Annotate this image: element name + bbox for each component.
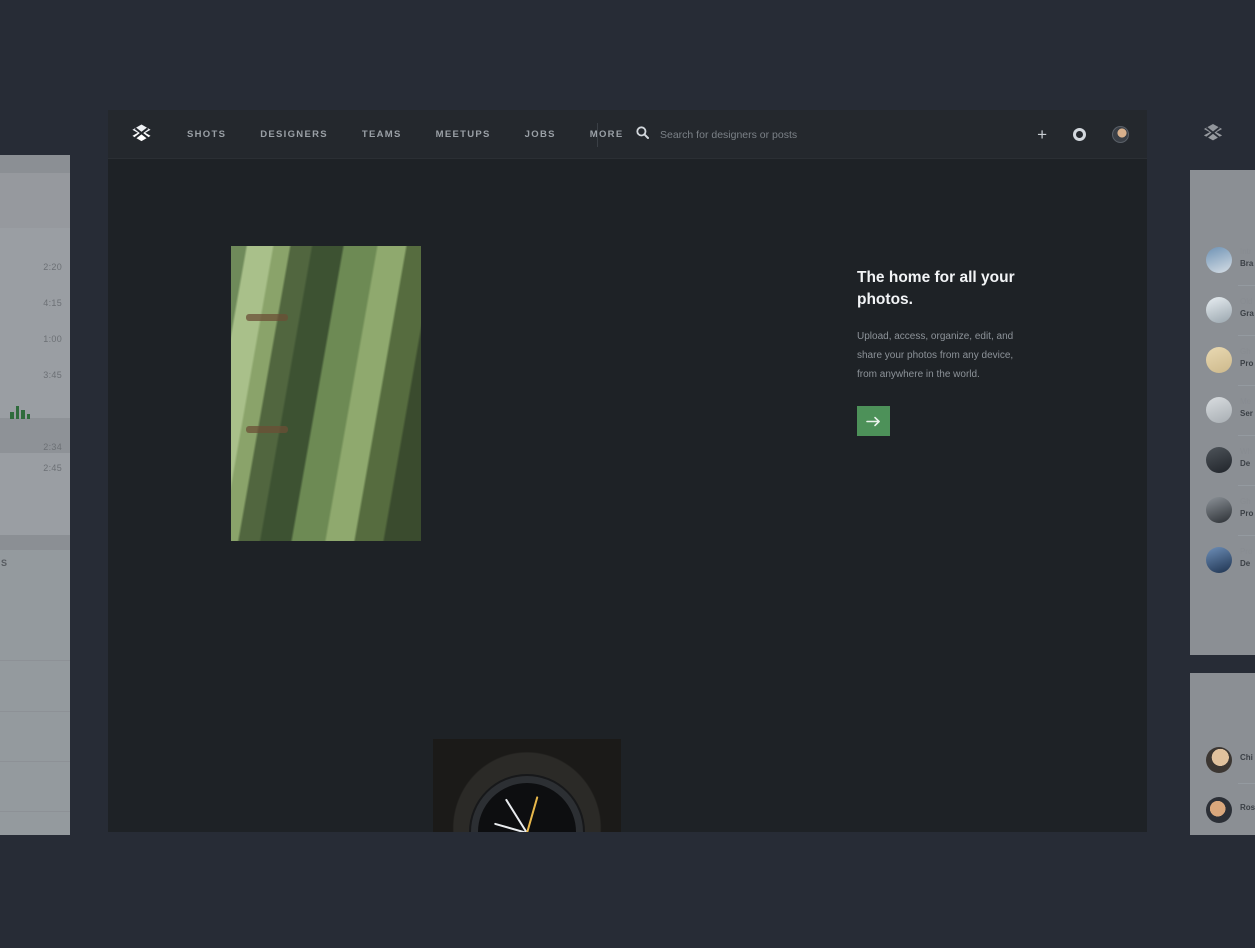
hero-body: Upload, access, organize, edit, and shar…	[857, 331, 1014, 380]
bg-row-bottom: Ser	[1240, 409, 1253, 418]
photo-grid: Nam porttitor blandit. Mauris non tempor…	[108, 159, 1147, 832]
nav-link-meetups[interactable]: MEETUPS	[436, 129, 491, 140]
bg-row-bottom: Gra	[1240, 309, 1254, 318]
bg-right-row: Pro De	[1190, 535, 1255, 585]
nav-link-designers[interactable]: DESIGNERS	[260, 129, 328, 140]
photo-bamboo[interactable]	[231, 246, 421, 541]
watch-hand	[526, 796, 539, 832]
bg-left-time: 4:15	[43, 298, 62, 308]
bg-avatar	[1206, 747, 1232, 773]
bg-thumb	[1206, 547, 1232, 573]
hero-title: The home for all your photos.	[857, 269, 1015, 308]
bg-left-section-label: CTIONS	[0, 558, 9, 568]
nav-link-more[interactable]: MORE	[590, 129, 624, 140]
bg-right-row: Chi	[1190, 735, 1255, 785]
bg-left-divider	[0, 811, 70, 812]
bg-thumb	[1206, 497, 1232, 523]
bg-row-top: Intr	[1240, 247, 1252, 256]
search-icon	[636, 125, 649, 144]
hero-cta-button[interactable]	[857, 406, 890, 436]
watch-dial	[471, 776, 583, 832]
background-right-panel: Intr Bra Old Gra Gh Pro Me Ser Wh De Gh …	[1190, 170, 1255, 655]
bg-right-row: Old Gra	[1190, 285, 1255, 335]
bg-left-divider	[0, 660, 70, 661]
app-window: SHOTS DESIGNERS TEAMS MEETUPS JOBS MORE	[108, 110, 1147, 832]
bg-row-top: Me	[1240, 397, 1252, 406]
background-app-logo	[1203, 123, 1223, 145]
bg-row-bottom: De	[1240, 459, 1251, 468]
bg-thumb	[1206, 247, 1232, 273]
bg-row-bottom: Ros	[1240, 803, 1255, 812]
bg-row-bottom: Pro	[1240, 359, 1254, 368]
plus-icon[interactable]: +	[1037, 126, 1047, 143]
bg-row-bottom: De	[1240, 559, 1251, 568]
bg-thumb	[1206, 297, 1232, 323]
top-navigation-bar: SHOTS DESIGNERS TEAMS MEETUPS JOBS MORE	[108, 110, 1147, 159]
bg-row-bottom: Pro	[1240, 509, 1254, 518]
bg-left-footer-card	[0, 550, 70, 835]
app-logo-icon[interactable]	[130, 122, 152, 146]
bg-left-time: 2:45	[43, 463, 62, 473]
search-input[interactable]	[660, 128, 940, 141]
bg-right-row: Ros	[1190, 785, 1255, 835]
user-avatar[interactable]	[1112, 126, 1129, 143]
nav-actions: +	[1037, 110, 1129, 159]
nav-links: SHOTS DESIGNERS TEAMS MEETUPS JOBS MORE	[187, 129, 657, 140]
nav-link-teams[interactable]: TEAMS	[362, 129, 402, 140]
bg-left-list	[0, 228, 70, 418]
bg-left-header	[0, 173, 70, 228]
nav-link-jobs[interactable]: JOBS	[525, 129, 556, 140]
arrow-right-icon	[866, 416, 881, 427]
bg-row-top: Gh	[1240, 497, 1251, 506]
bg-left-time: 3:45	[43, 370, 62, 380]
bar-chart-icon	[10, 405, 30, 419]
bg-left-time: 2:20	[43, 262, 62, 272]
bg-right-row: Gh Pro	[1190, 335, 1255, 385]
background-left-panel: →| 2:20 4:15 1:00 3:45 2:34 2:45 CTIONS	[0, 155, 70, 835]
photo-watch[interactable]	[433, 739, 621, 832]
notification-ring-icon[interactable]	[1073, 128, 1086, 141]
bg-thumb	[1206, 347, 1232, 373]
bg-row-bottom: Chi	[1240, 753, 1253, 762]
bg-right-row: Me Ser	[1190, 385, 1255, 435]
bg-row-bottom: Bra	[1240, 259, 1254, 268]
bg-row-top: Old	[1240, 297, 1253, 306]
search-area	[636, 110, 940, 159]
background-right-panel-2: Chi Ros	[1190, 673, 1255, 835]
bg-left-divider	[0, 761, 70, 762]
nav-link-shots[interactable]: SHOTS	[187, 129, 226, 140]
bg-left-time: 2:34	[43, 442, 62, 452]
bg-left-divider	[0, 711, 70, 712]
bg-right-row: Wh De	[1190, 435, 1255, 485]
bg-right-row: Gh Pro	[1190, 485, 1255, 535]
bg-row-top: Gh	[1240, 347, 1251, 356]
bg-row-separator	[1238, 783, 1255, 784]
hero-promo: The home for all your photos. Upload, ac…	[857, 267, 1027, 436]
screen: →| 2:20 4:15 1:00 3:45 2:34 2:45 CTIONS …	[0, 0, 1255, 948]
bg-row-top: Pro	[1240, 547, 1253, 556]
bg-thumb	[1206, 397, 1232, 423]
bg-avatar	[1206, 797, 1232, 823]
bg-thumb	[1206, 447, 1232, 473]
bg-row-top: Wh	[1240, 447, 1252, 456]
bg-right-row: Intr Bra	[1190, 235, 1255, 285]
nav-divider	[597, 123, 598, 147]
bg-left-time: 1:00	[43, 334, 62, 344]
